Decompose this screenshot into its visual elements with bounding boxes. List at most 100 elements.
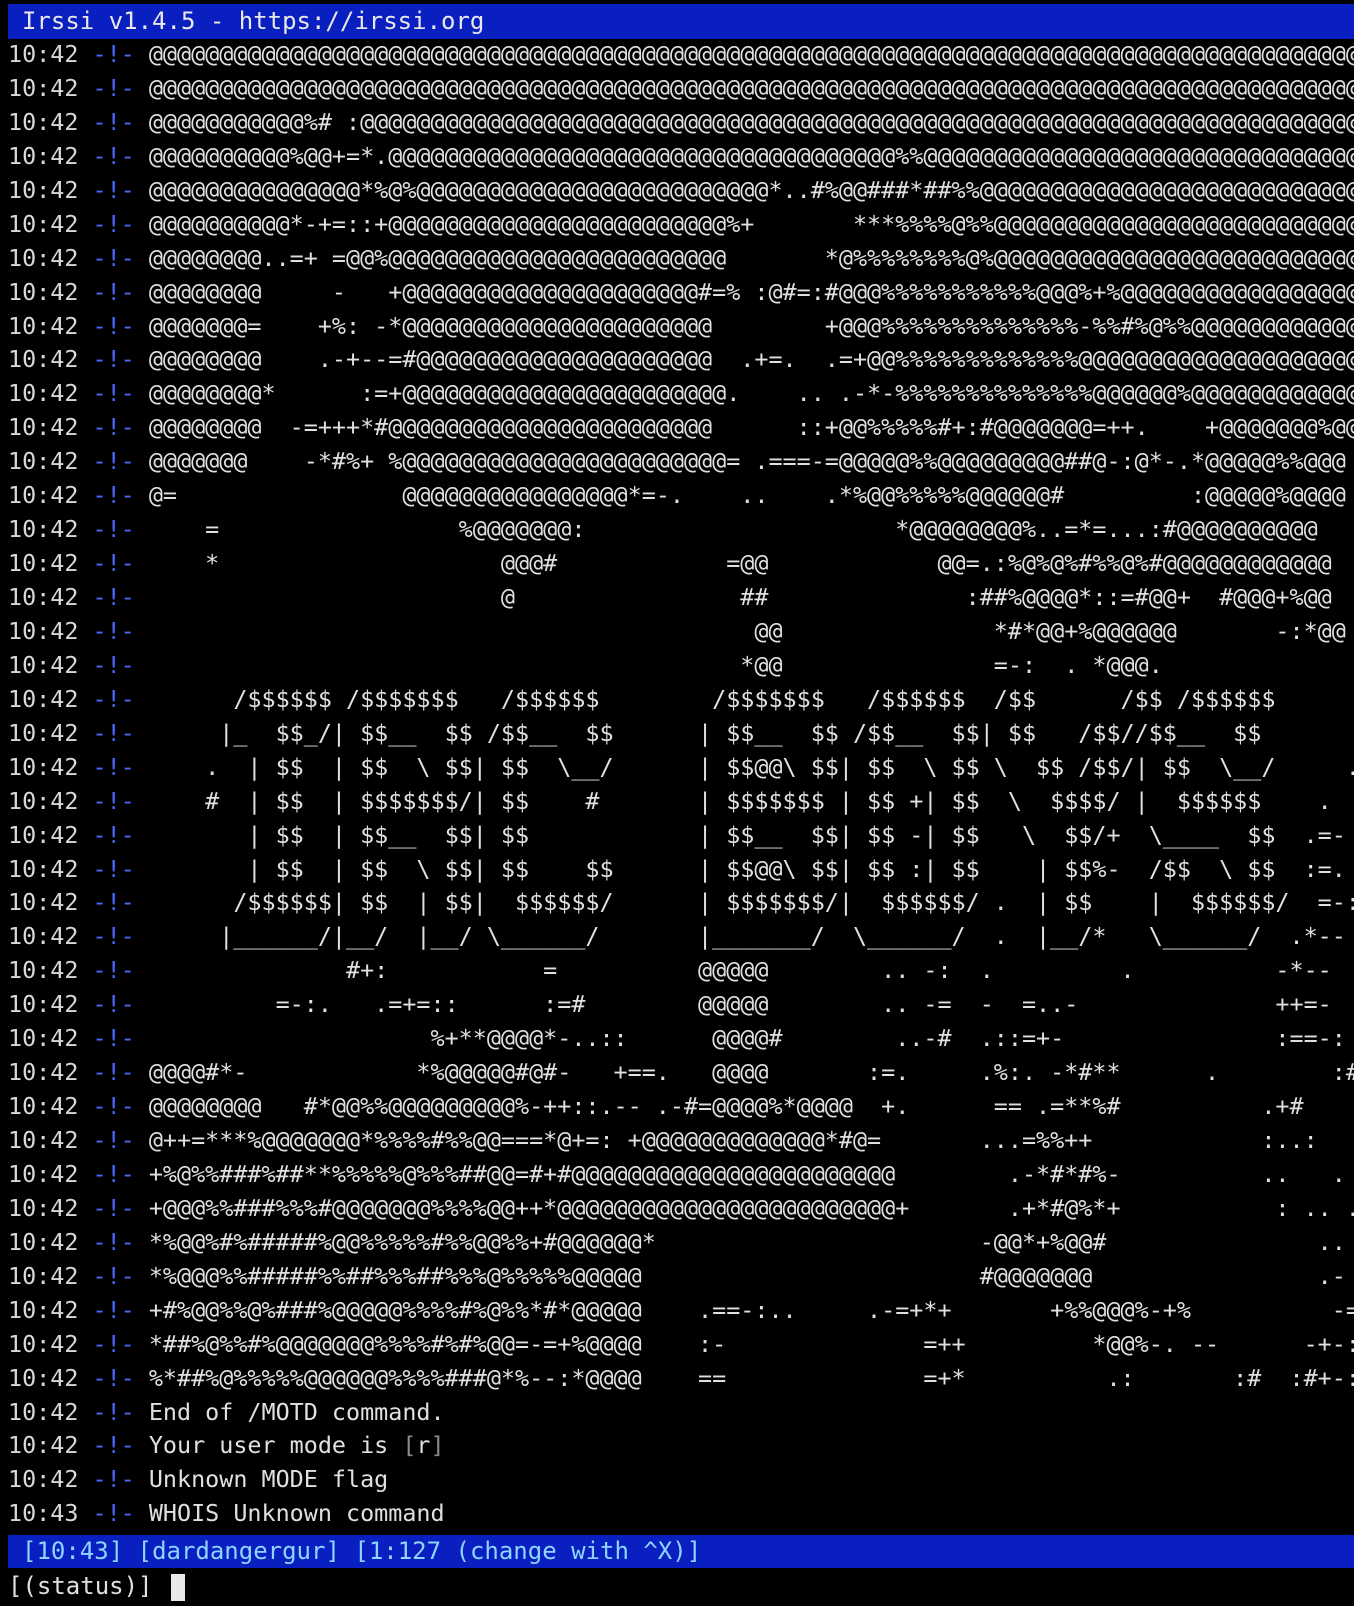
message-text: | $$ | $$__ $$| $$ | $$__ $$| $$ -| $$ \… [148, 820, 1346, 849]
message-line: 10:42 -!- @@@@@@@@ - +@@@@@@@@@@@@@@@@@@… [8, 276, 1354, 310]
mode-bracket: ] [430, 1431, 445, 1460]
message-line: 10:42 -!- #+: = @@@@@ .. -: . . -*-- [8, 954, 1354, 988]
message-text: @@@@@@@@ .-+--=#@@@@@@@@@@@@@@@@@@@@@ .+… [148, 345, 1354, 374]
window-title-bar: Irssi v1.4.5 - https://irssi.org [8, 4, 1354, 39]
server-notice-marker: -!- [78, 684, 149, 713]
message-text: |______/|__/ |__/ \______/ |_______/ \__… [148, 922, 1346, 951]
message-line: 10:42 -!- |_ $$_/| $$__ $$ /$$__ $$ | $$… [8, 717, 1354, 751]
message-text: @@@@@@@ -*#%+ %@@@@@@@@@@@@@@@@@@@@@@@= … [148, 447, 1346, 476]
server-notice-marker: -!- [78, 1058, 149, 1087]
message-line: 10:42 -!- | $$ | $$ \ $$| $$ $$ | $$@@\ … [8, 853, 1354, 887]
server-notice-marker: -!- [78, 650, 149, 679]
message-line: 10:42 -!- /$$$$$$ /$$$$$$$ /$$$$$$ /$$$$… [8, 683, 1354, 717]
message-line: 10:42 -!- End of /MOTD command. [8, 1396, 1354, 1430]
message-line: 10:42 -!- *@@ =-: . *@@@. [8, 649, 1354, 683]
server-notice-marker: -!- [78, 209, 149, 238]
message-line: 10:42 -!- @= @@@@@@@@@@@@@@@@*=-. .. .*%… [8, 479, 1354, 513]
message-timestamp: 10:42 [8, 243, 79, 272]
message-text: @@ *#*@@+%@@@@@@ -:*@@ [148, 616, 1346, 645]
message-line: 10:42 -!- @@@@@@@@@@*-+=::+@@@@@@@@@@@@@… [8, 208, 1354, 242]
message-text: +#%@@%%@%###%@@@@@%%%%#%@%%*#*@@@@@ .==-… [148, 1295, 1354, 1324]
server-notice-marker: -!- [78, 1227, 149, 1256]
message-text: %+**@@@@*-..:: @@@@# ..-# .::=+- :==-: [148, 1024, 1346, 1053]
message-timestamp: 10:42 [8, 1227, 79, 1256]
message-timestamp: 10:42 [8, 1126, 79, 1154]
message-text: /$$$$$$| $$ | $$| $$$$$$/ | $$$$$$$/| $$… [148, 888, 1354, 917]
message-line: 10:42 -!- *##%@%%#%@@@@@@@%%%%#%#%@@=-=+… [8, 1328, 1354, 1362]
message-timestamp: 10:42 [8, 786, 79, 815]
message-line: 10:42 -!- # | $$ | $$$$$$$/| $$ # | $$$$… [8, 785, 1354, 819]
server-notice-marker: -!- [78, 854, 149, 883]
message-line: 10:42 -!- |______/|__/ |__/ \______/ |__… [8, 920, 1354, 954]
message-timestamp: 10:42 [8, 854, 79, 883]
message-line: 10:43 -!- WHOIS Unknown command [8, 1497, 1354, 1531]
message-line: 10:42 -!- @ ## :##%@@@@*::=#@@+ #@@@+%@@ [8, 581, 1354, 615]
message-timestamp: 10:42 [8, 718, 79, 747]
message-line: 10:42 -!- @@@@@@@@@@@@@@@*%@%@@@@@@@@@@@… [8, 174, 1354, 208]
message-line: 10:42 -!- @@@@@@@@* :=+@@@@@@@@@@@@@@@@@… [8, 377, 1354, 411]
message-text: WHOIS Unknown command [148, 1499, 445, 1528]
server-notice-marker: -!- [78, 1431, 149, 1460]
server-notice-marker: -!- [78, 990, 149, 1019]
server-notice-marker: -!- [78, 40, 149, 68]
message-timestamp: 10:42 [8, 1261, 79, 1290]
terminal-window: Irssi v1.4.5 - https://irssi.org 10:42 -… [0, 0, 1354, 1606]
server-notice-marker: -!- [78, 73, 149, 102]
text-cursor [170, 1573, 185, 1601]
server-notice-marker: -!- [78, 175, 149, 204]
message-text: Your user mode is [148, 1431, 403, 1460]
server-notice-marker: -!- [78, 1159, 149, 1188]
message-text: @@@@@@@@@@@@@@@@@@@@@@@@@@@@@@@@@@@@@@@@… [148, 40, 1354, 68]
message-line: 10:42 -!- @@@@@@@= +%: -*@@@@@@@@@@@@@@@… [8, 310, 1354, 344]
message-text: End of /MOTD command. [148, 1397, 445, 1426]
message-line: 10:42 -!- *%@@@%%#####%%##%%%##%%%@%%%%%… [8, 1260, 1354, 1294]
message-timestamp: 10:42 [8, 515, 79, 544]
message-line: 10:42 -!- . | $$ | $$ \ $$| $$ \__/ | $$… [8, 751, 1354, 785]
mode-bracket: [ [402, 1431, 417, 1460]
message-timestamp: 10:42 [8, 40, 79, 68]
server-notice-marker: -!- [78, 549, 149, 578]
message-text: #+: = @@@@@ .. -: . . -*-- [148, 956, 1332, 985]
message-timestamp: 10:42 [8, 583, 79, 611]
message-line: 10:42 -!- @@@@@@@@@@@@@@@@@@@@@@@@@@@@@@… [8, 72, 1354, 106]
server-notice-marker: -!- [78, 956, 149, 985]
message-timestamp: 10:42 [8, 1329, 79, 1358]
message-timestamp: 10:42 [8, 413, 79, 442]
server-notice-marker: -!- [78, 1397, 149, 1426]
message-timestamp: 10:42 [8, 1465, 79, 1494]
message-text: @= @@@@@@@@@@@@@@@@*=-. .. .*%@@%%%%%@@@… [148, 481, 1346, 510]
message-line: 10:42 -!- @@ *#*@@+%@@@@@@ -:*@@ [8, 615, 1354, 649]
message-text: %*##%@%%%%%@@@@@@%%%%###@*%--:*@@@@ == =… [148, 1363, 1354, 1392]
message-text: @@@@@@@@..=+ =@@%@@@@@@@@@@@@@@@@@@@@@@@… [148, 243, 1354, 272]
message-line: 10:42 -!- @@@@@@@@@@%@@+=*.@@@@@@@@@@@@@… [8, 140, 1354, 174]
message-text: *%@@@%%#####%%##%%%##%%%@%%%%%@@@@@ #@@@… [148, 1261, 1346, 1290]
server-notice-marker: -!- [78, 1329, 149, 1358]
message-line: 10:42 -!- %*##%@%%%%%@@@@@@%%%%###@*%--:… [8, 1362, 1354, 1396]
server-notice-marker: -!- [78, 447, 149, 476]
message-timestamp: 10:42 [8, 990, 79, 1019]
message-text: |_ $$_/| $$__ $$ /$$__ $$ | $$__ $$ /$$_… [148, 718, 1262, 747]
server-notice-marker: -!- [78, 481, 149, 510]
message-timestamp: 10:42 [8, 1024, 79, 1053]
message-text: @@@@@@@@@@@@@@@@@@@@@@@@@@@@@@@@@@@@@@@@… [148, 73, 1354, 102]
message-timestamp: 10:42 [8, 481, 79, 510]
message-timestamp: 10:42 [8, 650, 79, 679]
message-text: * @@@# =@@ @@=.:%@%@%#%%@%#@@@@@@@@@@@@ [148, 549, 1332, 578]
message-text: . | $$ | $$ \ $$| $$ \__/ | $$@@\ $$| $$… [148, 752, 1354, 781]
message-line: 10:42 -!- Your user mode is [r] [8, 1429, 1354, 1463]
input-line[interactable]: [(status)] [8, 1569, 1354, 1604]
server-notice-marker: -!- [78, 379, 149, 408]
message-timestamp: 10:42 [8, 1058, 79, 1087]
status-time: [10:43] [22, 1537, 124, 1565]
message-text: =-:. .=+=:: :=# @@@@@ .. -= - =..- ++=- [148, 990, 1332, 1019]
server-notice-marker: -!- [78, 786, 149, 815]
message-line: 10:42 -!- @@@@@@@@ -=+++*#@@@@@@@@@@@@@@… [8, 411, 1354, 445]
window-title: Irssi v1.4.5 - https://irssi.org [22, 7, 485, 35]
message-line: 10:42 -!- @@@@@@@@ #*@@%%@@@@@@@@@%-++::… [8, 1090, 1354, 1124]
message-timestamp: 10:42 [8, 888, 79, 917]
message-timestamp: 10:42 [8, 820, 79, 849]
message-timestamp: 10:42 [8, 752, 79, 781]
message-timestamp: 10:42 [8, 1431, 79, 1460]
message-line: 10:42 -!- *%@@%#%#####%@@%%%%%#%%@@%%+#@… [8, 1226, 1354, 1260]
message-timestamp: 10:42 [8, 73, 79, 102]
